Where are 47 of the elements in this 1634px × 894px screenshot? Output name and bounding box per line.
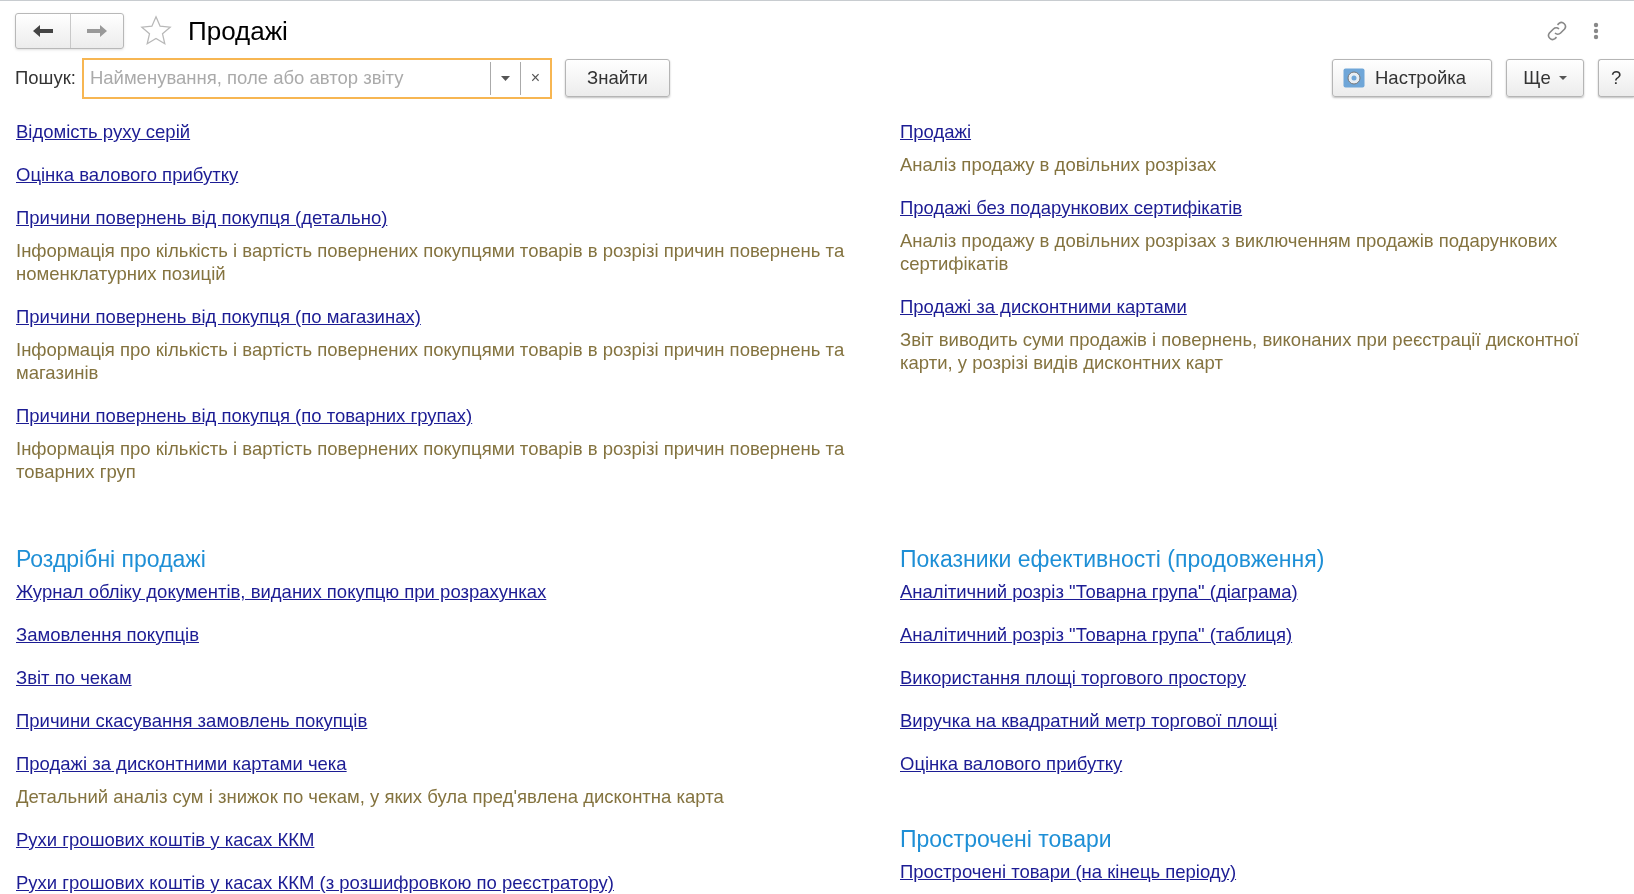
report-link[interactable]: Причини повернень від покупця (по товарних групах) [16,404,473,427]
gear-icon [1343,68,1365,88]
clear-button[interactable]: × [519,61,550,95]
search-label: Пошук: [15,66,76,91]
report-link[interactable]: Причини повернень від покупця (детально) [16,206,388,229]
report-description: Детальний аналіз сум і знижок по чекам, у яких була пред'явлена дисконтна карта [16,785,725,808]
report-link[interactable]: Причини скасування замовлень покупців [16,709,368,732]
right-arrow-icon [86,24,108,38]
report-description: Аналіз продажу в довільних розрізах з виключенням продажів подарункових сертифікатів [900,229,1559,275]
report-link[interactable]: Продажі за дисконтними картами [900,295,1187,318]
more-button[interactable]: Ще [1506,59,1584,97]
report-link[interactable]: Продажі за дисконтними картами чека [16,752,347,775]
report-link[interactable]: Аналітичний розріз "Товарна група" (діаграма) [900,580,1298,603]
section-heading: Роздрібні продажі [16,545,207,573]
section-heading: Прострочені товари [900,825,1113,853]
help-button[interactable]: ? [1598,59,1634,97]
window-title: Продажі [188,14,288,48]
report-link[interactable]: Продажі без подарункових сертифікатів [900,196,1243,219]
report-link[interactable]: Рухи грошових коштів у касах ККМ (з розшифровкою по реєстратору) [16,871,614,894]
link-icon [1545,19,1569,43]
vertical-dots-icon [1593,22,1599,40]
left-arrow-icon [32,24,54,38]
report-description: Звіт виводить суми продажів і повернень, виконаних при реєстрації дисконтної карти, у розрізі видів дисконтних карт [900,328,1580,374]
report-description: Аналіз продажу в довільних розрізах [900,153,1218,176]
report-link[interactable]: Звіт по чекам [16,666,132,689]
section-heading: Показники ефективності (продовження) [900,545,1326,573]
report-description: Інформація про кількість і вартість повернених покупцями товарів в розрізі причин повернень та товарних груп [16,437,846,483]
report-link[interactable]: Оцінка валового прибутку [900,752,1123,775]
report-description: Інформація про кількість і вартість повернених покупцями товарів в розрізі причин повернень та номенклатурних позицій [16,239,846,285]
report-link[interactable]: Причини повернень від покупця (по магазинах) [16,305,421,328]
report-link[interactable]: Журнал обліку документів, виданих покупцю при розрахунках [16,580,547,603]
report-link[interactable]: Виручка на квадратний метр торгової площі [900,709,1278,732]
report-link[interactable]: Замовлення покупців [16,623,199,646]
find-button[interactable]: Знайти [564,59,670,97]
caret-down-icon [500,75,510,81]
report-description: Інформація про кількість і вартість повернених покупцями товарів в розрізі причин повернень та магазинів [16,338,846,384]
report-link[interactable]: Оцінка валового прибутку [16,163,239,186]
report-link[interactable]: Рухи грошових коштів у касах ККМ [16,828,315,851]
settings-button[interactable]: Настройка [1332,59,1492,97]
report-link[interactable]: Продажі [900,120,972,143]
report-link[interactable]: Аналітичний розріз "Товарна група" (таблиця) [900,623,1293,646]
star-icon [139,14,173,48]
caret-down-icon [1558,76,1567,80]
report-link[interactable]: Відомість руху серій [16,120,191,143]
search-field[interactable]: Найменування, поле або автор звіту × [81,57,552,99]
report-link[interactable]: Прострочені товари (на кінець періоду) [900,860,1237,883]
report-link[interactable]: Використання площі торгового простору [900,666,1246,689]
